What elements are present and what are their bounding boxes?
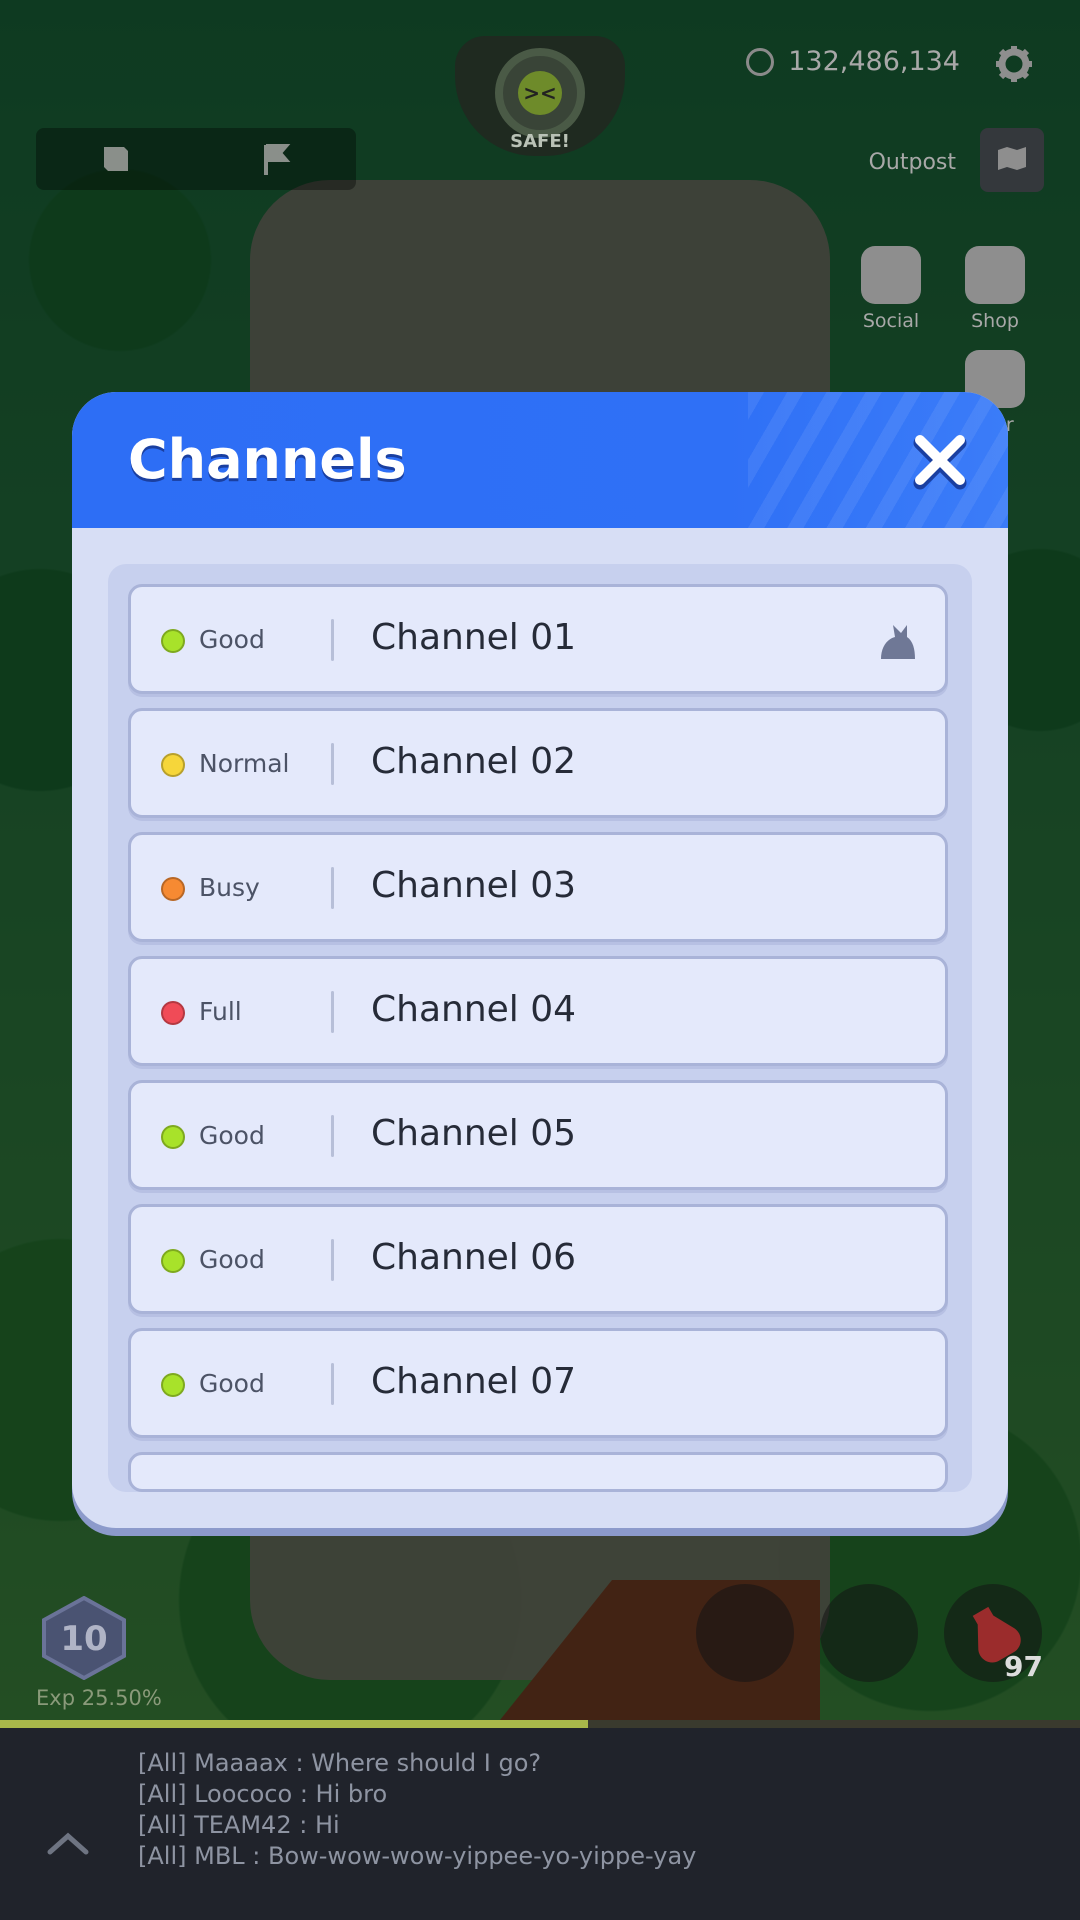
divider xyxy=(331,619,334,661)
coin-icon xyxy=(746,47,775,76)
channels-dialog: Channels Good Channel 01 Normal Channel 02 B… xyxy=(72,392,1008,1528)
channel-name: Channel 01 xyxy=(371,617,577,658)
potion-count: 97 xyxy=(1004,1650,1043,1683)
chevron-up-icon[interactable] xyxy=(44,1826,92,1858)
channel-status: Good xyxy=(199,1369,265,1398)
channel-status: Good xyxy=(199,625,265,654)
level-badge: 10 xyxy=(42,1596,126,1680)
safety-gauge: >< xyxy=(495,48,585,138)
exp-bar-fill xyxy=(0,1720,588,1728)
channel-row[interactable]: Good Channel 05 xyxy=(128,1080,948,1190)
chat-line: [All] Maaaax : Where should I go? xyxy=(138,1749,542,1777)
close-icon[interactable] xyxy=(910,430,970,490)
channel-row[interactable]: Good Channel 01 xyxy=(128,584,948,694)
channel-list-container[interactable]: Good Channel 01 Normal Channel 02 Busy Channe… xyxy=(108,564,972,1492)
status-dot xyxy=(161,877,185,901)
channel-row[interactable]: Full Channel 04 xyxy=(128,956,948,1066)
channel-row[interactable]: Good Channel 06 xyxy=(128,1204,948,1314)
chat-messages: [All] Maaaax : Where should I go? [All] L… xyxy=(138,1748,696,1872)
channel-name: Channel 06 xyxy=(371,1237,577,1278)
exp-label: Exp 25.50% xyxy=(36,1686,162,1710)
safety-label: SAFE! xyxy=(510,131,570,152)
divider xyxy=(331,743,334,785)
divider xyxy=(331,867,334,909)
channel-status: Good xyxy=(199,1121,265,1150)
status-dot xyxy=(161,1125,185,1149)
channel-list: Good Channel 01 Normal Channel 02 Busy Channe… xyxy=(128,584,948,1492)
channel-name: Channel 05 xyxy=(371,1113,577,1154)
channel-row[interactable]: Normal Channel 02 xyxy=(128,708,948,818)
social-button[interactable]: Social xyxy=(846,246,936,332)
currency-amount: 132,486,134 xyxy=(788,46,960,77)
channel-row[interactable]: Busy Channel 03 xyxy=(128,832,948,942)
map-icon xyxy=(998,147,1026,170)
grin-face-icon: >< xyxy=(518,71,562,115)
channel-status: Full xyxy=(199,997,242,1026)
channel-status: Busy xyxy=(199,873,260,902)
divider xyxy=(331,1363,334,1405)
channel-name: Channel 03 xyxy=(371,865,577,906)
dialog-header: Channels xyxy=(72,392,1008,528)
status-dot xyxy=(161,753,185,777)
chat-line: [All] MBL : Bow-wow-wow-yippee-yo-yippe-… xyxy=(138,1842,697,1870)
cat-face-icon xyxy=(861,246,921,304)
channel-status: Good xyxy=(199,1245,265,1274)
currency-display: 132,486,134 xyxy=(746,46,960,77)
flag-icon[interactable] xyxy=(256,139,296,179)
location-label: Outpost xyxy=(868,150,956,175)
chat-line: [All] TEAM42 : Hi xyxy=(138,1811,340,1839)
status-dot xyxy=(161,1249,185,1273)
social-label: Social xyxy=(862,310,920,332)
channel-name: Channel 04 xyxy=(371,989,577,1030)
shop-button[interactable]: Shop xyxy=(950,246,1040,332)
divider xyxy=(331,991,334,1033)
divider xyxy=(331,1115,334,1157)
chat-line: [All] Loococo : Hi bro xyxy=(138,1780,388,1808)
status-dot xyxy=(161,1001,185,1025)
channel-name: Channel 07 xyxy=(371,1361,577,1402)
current-channel-icon xyxy=(881,625,915,659)
channel-name: Channel 02 xyxy=(371,741,577,782)
channel-status: Normal xyxy=(199,749,290,778)
skill-slot-2[interactable] xyxy=(820,1584,918,1682)
level-number: 10 xyxy=(60,1619,107,1659)
shopping-bag-icon xyxy=(965,246,1025,304)
status-dot xyxy=(161,629,185,653)
shop-label: Shop xyxy=(971,310,1019,332)
quest-bar xyxy=(36,128,356,190)
gear-icon[interactable] xyxy=(994,44,1034,84)
map-button[interactable] xyxy=(980,128,1044,192)
skill-slot-1[interactable] xyxy=(696,1584,794,1682)
dialog-title: Channels xyxy=(128,428,407,491)
scroll-icon[interactable] xyxy=(96,139,136,179)
channel-row-partial[interactable] xyxy=(128,1452,948,1492)
status-dot xyxy=(161,1373,185,1397)
channel-row[interactable]: Good Channel 07 xyxy=(128,1328,948,1438)
divider xyxy=(331,1239,334,1281)
